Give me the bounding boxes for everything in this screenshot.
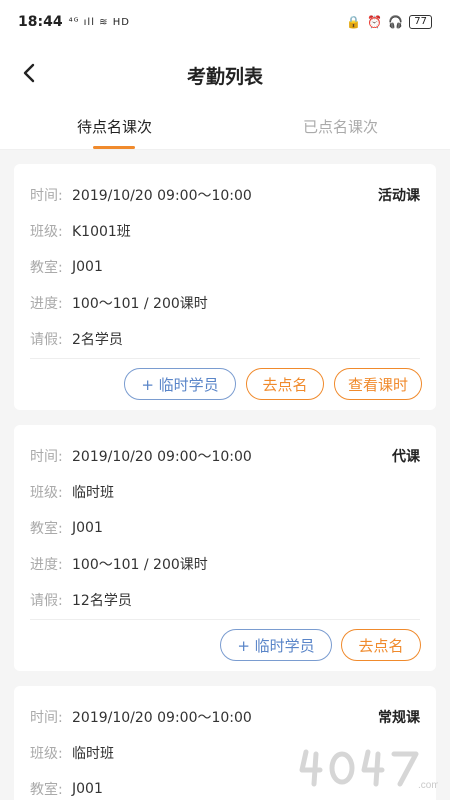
class-value: 临时班 <box>72 746 114 762</box>
time-row: 时间: 2019/10/20 09:00～10:00 <box>30 185 252 205</box>
course-type: 常规课 <box>378 710 420 726</box>
progress-row: 进度: 100～101 / 200课时 <box>30 293 208 313</box>
room-label: 教室: <box>30 782 63 798</box>
time-label: 时间: <box>30 710 63 726</box>
room-row: 教室: J001 <box>30 257 103 277</box>
time-value: 2019/10/20 09:00～10:00 <box>72 188 252 204</box>
go-rollcall-button[interactable]: 去点名 <box>341 629 421 661</box>
svg-text:.com: .com <box>418 780 438 791</box>
class-row: 班级: 临时班 <box>30 743 114 763</box>
room-row: 教室: J001 <box>30 779 103 799</box>
class-value: K1001班 <box>72 224 131 240</box>
leave-row: 请假: 12名学员 <box>30 590 132 610</box>
time-value: 2019/10/20 09:00～10:00 <box>72 710 252 726</box>
tab-bar: 待点名课次 已点名课次 <box>0 104 450 150</box>
time-row: 时间: 2019/10/20 09:00～10:00 <box>30 707 252 727</box>
room-label: 教室: <box>30 260 63 276</box>
class-card-1[interactable]: 时间: 2019/10/20 09:00～10:00 活动课 班级: K1001… <box>14 164 436 410</box>
leave-value: 2名学员 <box>72 332 123 348</box>
class-label: 班级: <box>30 485 63 501</box>
room-value: J001 <box>72 520 103 536</box>
view-hours-button[interactable]: 查看课时 <box>334 368 422 400</box>
page-title: 考勤列表 <box>186 66 263 88</box>
card-divider <box>30 619 420 620</box>
signal-wifi-icons: ⁴ᴳ ıll ≋ HD <box>68 16 130 28</box>
leave-value: 12名学员 <box>72 593 132 609</box>
active-tab-indicator <box>93 146 135 149</box>
headphones-icon: 🎧 <box>388 15 404 29</box>
room-label: 教室: <box>30 521 63 537</box>
lock-icon: 🔒 <box>346 15 362 29</box>
status-bar: 18:44 ⁴ᴳ ıll ≋ HD 🔒 ⏰ 🎧 77 <box>0 0 450 44</box>
go-rollcall-button[interactable]: 去点名 <box>246 368 324 400</box>
alarm-icon: ⏰ <box>367 15 383 29</box>
course-type: 活动课 <box>378 188 420 204</box>
room-value: J001 <box>72 781 103 797</box>
add-temp-student-button[interactable]: + 临时学员 <box>220 629 332 661</box>
time-label: 时间: <box>30 188 63 204</box>
tab-completed-rollcall[interactable]: 已点名课次 <box>303 116 378 137</box>
leave-label: 请假: <box>30 593 63 609</box>
time-label: 时间: <box>30 449 63 465</box>
watermark-logo: .com <box>299 749 438 791</box>
class-row: 班级: 临时班 <box>30 482 114 502</box>
progress-row: 进度: 100～101 / 200课时 <box>30 554 208 574</box>
time-row: 时间: 2019/10/20 09:00～10:00 <box>30 446 252 466</box>
add-temp-student-button[interactable]: + 临时学员 <box>124 368 236 400</box>
progress-value: 100～101 / 200课时 <box>72 557 208 573</box>
battery-icon: 77 <box>409 15 432 29</box>
card-divider <box>30 358 420 359</box>
class-label: 班级: <box>30 746 63 762</box>
nav-bar: 考勤列表 <box>0 44 450 104</box>
leave-row: 请假: 2名学员 <box>30 329 123 349</box>
leave-label: 请假: <box>30 332 63 348</box>
room-row: 教室: J001 <box>30 518 103 538</box>
progress-label: 进度: <box>30 296 63 312</box>
progress-value: 100～101 / 200课时 <box>72 296 208 312</box>
progress-label: 进度: <box>30 557 63 573</box>
room-value: J001 <box>72 259 103 275</box>
status-time: 18:44 <box>18 14 63 30</box>
class-value: 临时班 <box>72 485 114 501</box>
course-type: 代课 <box>392 449 420 465</box>
class-label: 班级: <box>30 224 63 240</box>
time-value: 2019/10/20 09:00～10:00 <box>72 449 252 465</box>
tab-pending-rollcall[interactable]: 待点名课次 <box>77 116 152 137</box>
class-card-2[interactable]: 时间: 2019/10/20 09:00～10:00 代课 班级: 临时班 教室… <box>14 425 436 671</box>
class-row: 班级: K1001班 <box>30 221 131 241</box>
